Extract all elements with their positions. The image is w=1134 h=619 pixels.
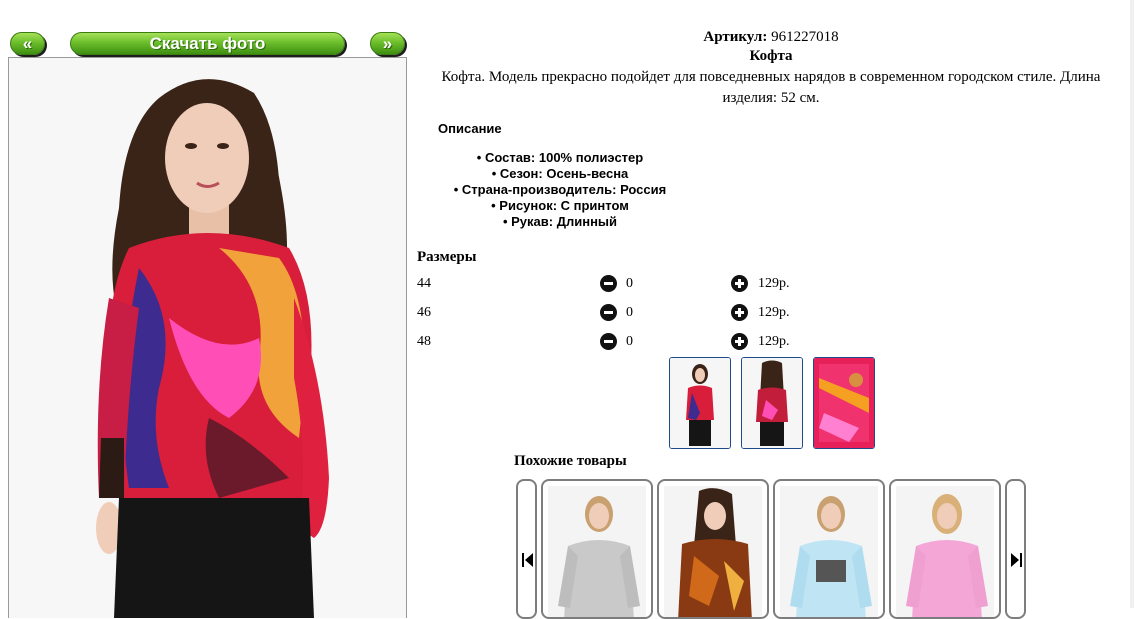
spec-item: Рисунок: С принтом	[420, 198, 700, 214]
specs-list: Состав: 100% полиэстер Сезон: Осень-весн…	[420, 150, 700, 230]
similar-product-image	[548, 486, 646, 617]
minus-circle-icon[interactable]	[600, 333, 617, 350]
quantity-value: 0	[626, 305, 633, 320]
size-row-46: 46 0 129р.	[417, 303, 817, 325]
similar-product-card[interactable]	[773, 479, 885, 619]
next-photo-button[interactable]: »	[370, 32, 405, 55]
product-info: Артикул: 961227018 Кофта Кофта. Модель п…	[415, 28, 1127, 109]
similar-product-image	[896, 486, 994, 617]
similar-product-card[interactable]	[657, 479, 769, 619]
similar-product-image	[780, 486, 878, 617]
similar-product-image	[664, 486, 762, 617]
model-photo-illustration	[9, 58, 406, 618]
sku-value: 961227018	[771, 29, 839, 45]
spec-item: Страна-производитель: Россия	[420, 182, 700, 198]
skip-forward-icon	[1011, 553, 1022, 567]
spec-item: Сезон: Осень-весна	[420, 166, 700, 182]
price-value: 129р.	[758, 305, 790, 320]
size-row-44: 44 0 129р.	[417, 274, 817, 296]
product-description: Кофта. Модель прекрасно подойдет для пов…	[441, 69, 1101, 106]
thumbnail-front[interactable]	[669, 357, 731, 449]
main-product-photo[interactable]	[8, 57, 407, 618]
plus-circle-icon[interactable]	[731, 333, 748, 350]
quantity-value: 0	[626, 276, 633, 291]
plus-circle-icon[interactable]	[731, 304, 748, 321]
product-name: Кофта	[749, 48, 793, 64]
similar-product-card[interactable]	[889, 479, 1001, 619]
thumbnail-image	[742, 358, 802, 448]
size-row-48: 48 0 129р.	[417, 332, 817, 354]
spec-item: Рукав: Длинный	[420, 214, 700, 230]
skip-back-icon	[522, 553, 533, 567]
specs-title: Описание	[438, 121, 502, 136]
download-photo-button[interactable]: Скачать фото	[70, 32, 345, 55]
thumbnail-print[interactable]	[813, 357, 875, 449]
sizes-title: Размеры	[417, 249, 477, 265]
thumbnail-image	[670, 358, 730, 448]
sku-label: Артикул:	[703, 29, 768, 45]
carousel-next-button[interactable]	[1005, 479, 1026, 619]
spec-item: Состав: 100% полиэстер	[420, 150, 700, 166]
size-label: 48	[417, 334, 431, 349]
plus-circle-icon[interactable]	[731, 275, 748, 292]
scrollbar[interactable]	[1130, 0, 1134, 608]
price-value: 129р.	[758, 276, 790, 291]
minus-circle-icon[interactable]	[600, 275, 617, 292]
sku-line: Артикул: 961227018	[415, 28, 1127, 46]
carousel-prev-button[interactable]	[516, 479, 537, 619]
thumbnail-back[interactable]	[741, 357, 803, 449]
minus-circle-icon[interactable]	[600, 304, 617, 321]
similar-products-title: Похожие товары	[514, 453, 627, 469]
size-label: 44	[417, 276, 431, 291]
similar-product-card[interactable]	[541, 479, 653, 619]
price-value: 129р.	[758, 334, 790, 349]
thumbnail-image	[814, 358, 874, 448]
size-label: 46	[417, 305, 431, 320]
quantity-value: 0	[626, 334, 633, 349]
prev-photo-button[interactable]: «	[10, 32, 45, 55]
